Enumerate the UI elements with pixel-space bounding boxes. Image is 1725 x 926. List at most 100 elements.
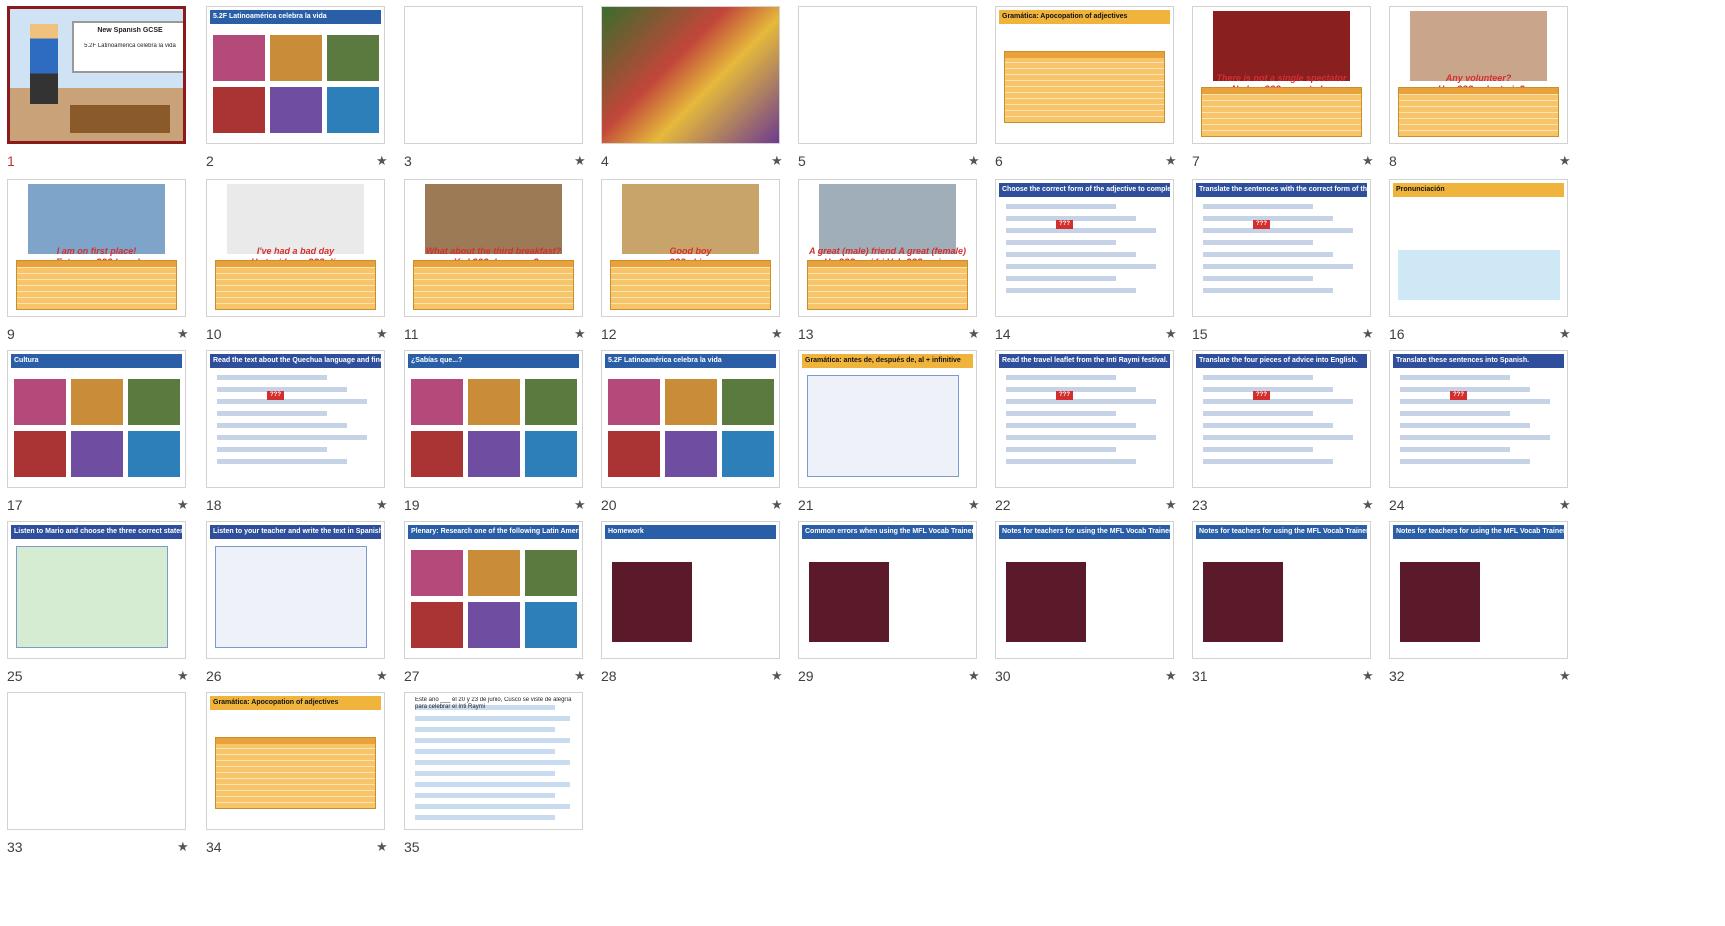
slide-title: Homework [605,525,776,539]
slide-cell: Common errors when using the MFL Vocab T… [798,521,1013,689]
content-panel [16,546,168,648]
slide-thumbnail[interactable] [601,6,780,144]
slide-thumbnail[interactable]: Gramática: Apocopation of adjectives [995,6,1174,144]
slide-thumbnail[interactable] [798,6,977,144]
content-panel [215,546,367,648]
slide-number: 30 [995,668,1011,684]
slide-thumbnail[interactable]: Translate these sentences into Spanish.?… [1389,350,1568,488]
festival-photo [327,87,379,133]
slide-thumbnail[interactable]: ¿Sabías que...? [404,350,583,488]
slide-thumbnail[interactable]: 5.2F Latinoamérica celebra la vida [206,6,385,144]
slide-thumbnail[interactable]: Any volunteer?¿Hay ??? voluntario? [1389,6,1568,144]
animation-star-icon: ★ [177,839,189,854]
slide-thumbnail[interactable]: Plenary: Research one of the following L… [404,521,583,659]
answer-box: ??? [1253,220,1270,229]
app-screenshot [612,562,692,642]
festival-photo [665,431,717,477]
slide-thumbnail[interactable]: Homework [601,521,780,659]
app-screenshot [1006,562,1086,642]
animation-star-icon: ★ [574,497,586,512]
animation-star-icon: ★ [968,668,980,683]
slide-thumbnail[interactable]: A great (male) friend A great (female) f… [798,179,977,317]
text-line [415,804,570,809]
slide-cell: Notes for teachers for using the MFL Voc… [1192,521,1407,689]
slide-number: 11 [404,326,419,342]
animation-star-icon: ★ [771,153,783,168]
festival-photo [525,602,577,648]
slide-thumbnail[interactable]: New Spanish GCSE 5.2F Latinoamérica celeb… [7,6,186,144]
slide-thumbnail[interactable]: Good boy??? chico [601,179,780,317]
slide-title: Listen to Mario and choose the three cor… [11,525,182,539]
slide-thumbnail[interactable]: Gramática: Apocopation of adjectives [206,692,385,830]
slide-cell: 33 ★ [7,692,222,860]
slide-cell: 4 ★ [601,6,816,174]
text-line [415,771,555,776]
slide-cell: Plenary: Research one of the following L… [404,521,619,689]
slide-thumbnail[interactable]: Choose the correct form of the adjective… [995,179,1174,317]
slide-title: Translate the four pieces of advice into… [1196,354,1367,368]
text-line [1203,204,1313,209]
slide-photo [622,184,759,254]
slide-number: 33 [7,839,23,855]
english-prompt: Good boy [669,246,712,256]
animation-star-icon: ★ [1559,668,1571,683]
slide-thumbnail[interactable]: Translate the four pieces of advice into… [1192,350,1371,488]
slide-thumbnail[interactable]: Listen to Mario and choose the three cor… [7,521,186,659]
text-line [1203,288,1333,293]
slide-thumbnail[interactable] [404,6,583,144]
app-screenshot [1400,562,1480,642]
slide-cell: Gramática: Apocopation of adjectives 34 ★ [206,692,421,860]
slide-thumbnail[interactable]: Notes for teachers for using the MFL Voc… [1389,521,1568,659]
slide-thumbnail[interactable]: What about the third breakfast?¿Y el ???… [404,179,583,317]
animation-star-icon: ★ [1362,668,1374,683]
festival-photo [14,379,66,425]
text-line [217,459,347,464]
slide-thumbnail[interactable]: Read the travel leaflet from the Inti Ra… [995,350,1174,488]
answer-box: ??? [1056,391,1073,400]
slide-photo [227,184,364,254]
slide-cell: Read the travel leaflet from the Inti Ra… [995,350,1210,518]
slide-cell: Listen to Mario and choose the three cor… [7,521,222,689]
slide-title: ¿Sabías que...? [408,354,579,368]
slide-number: 10 [206,326,222,342]
festival-photo [468,431,520,477]
slide-number: 32 [1389,668,1405,684]
slide-thumbnail[interactable]: Translate the sentences with the correct… [1192,179,1371,317]
slide-cell: Read the text about the Quechua language… [206,350,421,518]
english-prompt: I've had a bad day [256,246,335,256]
text-line [217,399,367,404]
slide-number: 1 [7,153,15,169]
slide-thumbnail[interactable]: Cultura [7,350,186,488]
text-line [1400,459,1530,464]
slide-number: 25 [7,668,23,684]
text-line [1006,399,1156,404]
slide-thumbnail[interactable]: Notes for teachers for using the MFL Voc… [1192,521,1371,659]
adjective-table [215,737,376,809]
text-line [1203,264,1353,269]
text-line [1400,435,1550,440]
english-prompt: Any volunteer? [1445,73,1512,83]
animation-star-icon: ★ [1559,326,1571,341]
slide-thumbnail[interactable]: Read the text about the Quechua language… [206,350,385,488]
slide-thumbnail[interactable]: 5.2F Latinoamérica celebra la vida [601,350,780,488]
slide-thumbnail[interactable] [7,692,186,830]
slide-thumbnail[interactable]: Pronunciación [1389,179,1568,317]
animation-star-icon: ★ [771,497,783,512]
slide-title: Pronunciación [1393,183,1564,197]
festival-photo [468,550,520,596]
slide-number: 29 [798,668,814,684]
slide-thumbnail[interactable]: Este año ___ el 20 y 23 de junio, Cusco … [404,692,583,830]
slide-thumbnail[interactable]: Listen to your teacher and write the tex… [206,521,385,659]
slide-thumbnail[interactable]: Notes for teachers for using the MFL Voc… [995,521,1174,659]
slide-thumbnail[interactable]: I am on first place!¡Estoy en ??? lugar! [7,179,186,317]
festival-photo [525,379,577,425]
slide-thumbnail[interactable]: Gramática: antes de, después de, al + in… [798,350,977,488]
animation-star-icon: ★ [177,497,189,512]
slide-thumbnail[interactable]: I've had a bad dayHe tenido un ??? día [206,179,385,317]
slide-cell: Cultura 17 ★ [7,350,222,518]
slide-title: Read the travel leaflet from the Inti Ra… [999,354,1170,368]
slide-thumbnail[interactable]: There is not a single spectatorNo hay ??… [1192,6,1371,144]
slide-cell: I am on first place!¡Estoy en ??? lugar!… [7,179,222,347]
slide-photo [425,184,562,254]
slide-thumbnail[interactable]: Common errors when using the MFL Vocab T… [798,521,977,659]
